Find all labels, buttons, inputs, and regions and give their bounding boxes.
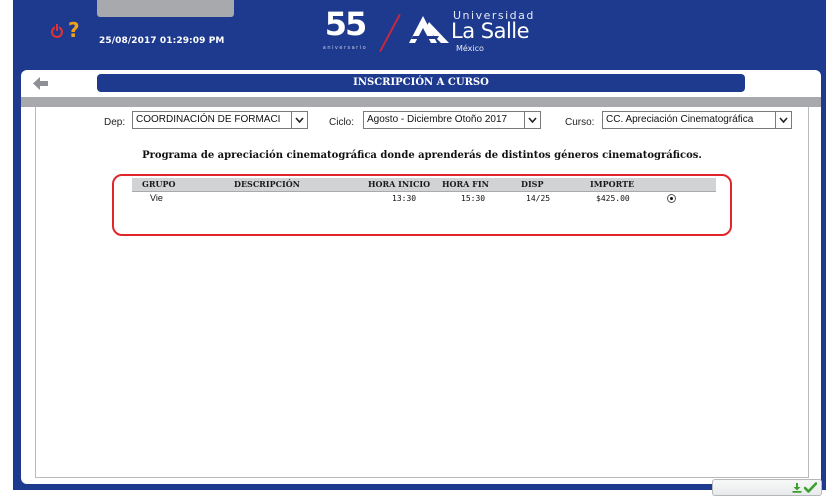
main-panel: INSCRIPCIÓN A CURSO Dep: COORDINACIÓN DE…: [21, 70, 822, 496]
action-bar: [712, 479, 822, 496]
header: ? 25/08/2017 01:29:09 PM 55 aniversario …: [13, 0, 826, 62]
group-select-radio[interactable]: [667, 194, 676, 203]
logo-divider: [379, 13, 401, 53]
top-tab[interactable]: [97, 0, 234, 17]
help-icon[interactable]: ?: [68, 19, 80, 41]
ciclo-label: Ciclo:: [329, 117, 355, 128]
dep-dropdown-arrow[interactable]: [291, 112, 307, 128]
column-header: DESCRIPCIÓN: [234, 179, 300, 189]
university-name: La Salle: [451, 19, 530, 43]
dep-label: Dep:: [104, 117, 126, 128]
cell-importe: $425.00: [596, 194, 630, 203]
curso-label: Curso:: [565, 117, 595, 128]
app-frame: ? 25/08/2017 01:29:09 PM 55 aniversario …: [13, 0, 826, 496]
ciclo-dropdown-arrow[interactable]: [524, 112, 540, 128]
power-icon[interactable]: [51, 24, 63, 38]
form-content: Dep: COORDINACIÓN DE FORMACI Ciclo: Agos…: [35, 107, 822, 496]
column-header: IMPORTE: [590, 179, 635, 189]
dep-select[interactable]: COORDINACIÓN DE FORMACI: [132, 111, 308, 129]
la-salle-star-icon: [409, 16, 449, 43]
chevron-down-icon: [295, 117, 304, 123]
ciclo-select[interactable]: Agosto - Diciembre Otoño 2017: [363, 111, 541, 129]
page-title: INSCRIPCIÓN A CURSO: [97, 74, 745, 92]
curso-select[interactable]: CC. Apreciación Cinematográfica: [602, 111, 792, 129]
cell-grupo: Vie: [150, 193, 163, 203]
back-arrow-icon[interactable]: [33, 77, 48, 90]
title-band: [21, 97, 821, 107]
anniversary-number: 55: [324, 5, 368, 43]
column-header: HORA FIN: [442, 179, 489, 189]
dep-select-value: COORDINACIÓN DE FORMACI: [136, 114, 281, 125]
download-icon[interactable]: [792, 483, 802, 493]
ciclo-select-value: Agosto - Diciembre Otoño 2017: [367, 114, 508, 125]
check-icon[interactable]: [804, 482, 817, 493]
chevron-down-icon: [779, 117, 788, 123]
curso-select-value: CC. Apreciación Cinematográfica: [606, 114, 754, 125]
datetime-display: 25/08/2017 01:29:09 PM: [99, 36, 225, 46]
course-description: Programa de apreciación cinematográfica …: [142, 150, 702, 161]
anniversary-logo: 55 aniversario: [309, 5, 381, 57]
cell-hora-fin: 15:30: [461, 194, 486, 203]
column-header: DISP: [521, 179, 544, 189]
university-country: México: [456, 44, 484, 53]
chevron-down-icon: [528, 117, 537, 123]
curso-dropdown-arrow[interactable]: [775, 112, 791, 128]
column-header: GRUPO: [142, 179, 176, 189]
column-header: HORA INICIO: [368, 179, 431, 189]
table-header: GRUPO DESCRIPCIÓN HORA INICIO HORA FIN D…: [132, 178, 716, 192]
cell-disp: 14/25: [526, 194, 551, 203]
cell-hora-inicio: 13:30: [392, 194, 417, 203]
anniversary-label: aniversario: [322, 45, 368, 51]
